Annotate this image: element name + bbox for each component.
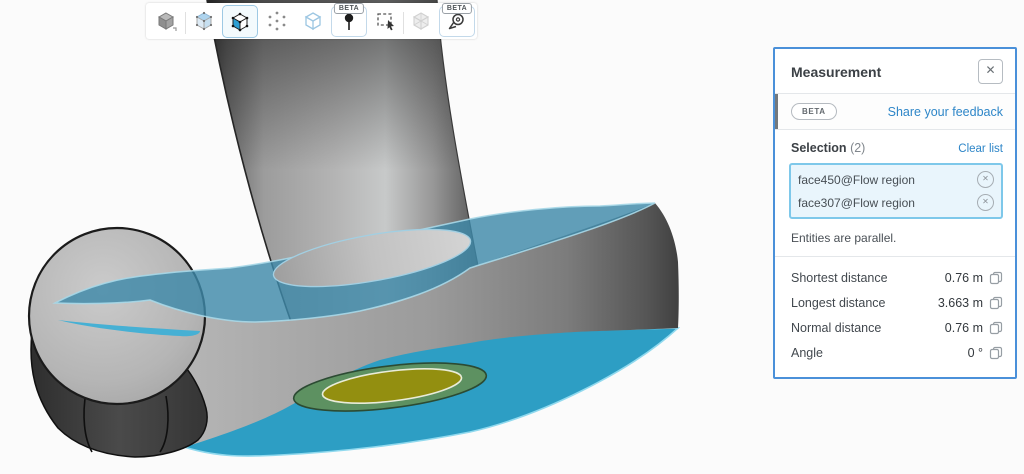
metric-label: Longest distance (791, 295, 886, 310)
metric-row: Angle 0 ° (791, 340, 1003, 365)
remove-selection-icon[interactable]: ✕ (977, 171, 994, 188)
panel-header: Measurement ✕ (775, 49, 1015, 93)
metric-label: Normal distance (791, 320, 882, 335)
remove-selection-icon[interactable]: ✕ (977, 194, 994, 211)
vertex-select-button[interactable] (261, 5, 293, 37)
toolbar-separator (185, 12, 186, 34)
copy-icon[interactable] (989, 321, 1003, 335)
solid-view-button[interactable] (150, 5, 182, 37)
metric-label: Angle (791, 345, 823, 360)
selection-item[interactable]: face450@Flow region ✕ (798, 168, 994, 191)
parallel-status: Entities are parallel. (791, 231, 897, 245)
cube-face-selected-icon (231, 12, 249, 31)
measurement-panel: Measurement ✕ BETA Share your feedback S… (773, 47, 1017, 379)
metric-value: 0 ° (967, 345, 983, 360)
metric-value: 3.663 m (937, 295, 983, 310)
selection-item-label: face307@Flow region (798, 195, 915, 210)
outlet-cap[interactable] (27, 226, 207, 406)
metrics-list: Shortest distance 0.76 m Longest distanc… (775, 257, 1015, 377)
metric-value: 0.76 m (944, 320, 983, 335)
metric-row: Normal distance 0.76 m (791, 315, 1003, 340)
selection-header: Selection (2) Clear list (775, 130, 1015, 163)
cube-solid-icon (157, 12, 177, 31)
cube-wireframe-icon (304, 12, 322, 31)
viewport-toolbar: BETA BETA (146, 3, 477, 39)
close-button[interactable]: ✕ (978, 59, 1003, 84)
clear-list-link[interactable]: Clear list (958, 143, 1003, 155)
metric-value: 0.76 m (944, 270, 983, 285)
face-select-button[interactable] (222, 5, 258, 38)
beta-badge: BETA (791, 103, 837, 120)
selection-list: face450@Flow region ✕ face307@Flow regio… (789, 163, 1003, 219)
selection-item[interactable]: face307@Flow region ✕ (798, 191, 994, 214)
marquee-select-icon (377, 13, 394, 31)
selection-count: (2) (850, 141, 866, 155)
box-select-button[interactable] (370, 5, 402, 37)
selection-item-label: face450@Flow region (798, 172, 915, 187)
copy-icon[interactable] (989, 271, 1003, 285)
hidden-geometry-button[interactable] (405, 5, 437, 37)
beta-tag: BETA (333, 3, 365, 14)
panel-title: Measurement (791, 63, 882, 80)
beta-tag: BETA (441, 3, 473, 14)
metric-row: Shortest distance 0.76 m (791, 265, 1003, 290)
beta-row: BETA Share your feedback (775, 94, 1015, 129)
selection-title: Selection (2) (791, 141, 866, 155)
measure-button[interactable]: BETA (439, 3, 475, 37)
cube-shaded-icon (195, 11, 213, 31)
cube-vertices-icon (268, 11, 286, 31)
probe-point-button[interactable]: BETA (331, 3, 367, 37)
shaded-view-button[interactable] (188, 5, 220, 37)
copy-icon[interactable] (989, 296, 1003, 310)
copy-icon[interactable] (989, 346, 1003, 360)
wireframe-view-button[interactable] (297, 5, 329, 37)
metric-label: Shortest distance (791, 270, 888, 285)
feedback-link[interactable]: Share your feedback (888, 105, 1003, 119)
metric-row: Longest distance 3.663 m (791, 290, 1003, 315)
cube-disabled-icon (412, 12, 430, 30)
toolbar-separator (403, 12, 404, 34)
